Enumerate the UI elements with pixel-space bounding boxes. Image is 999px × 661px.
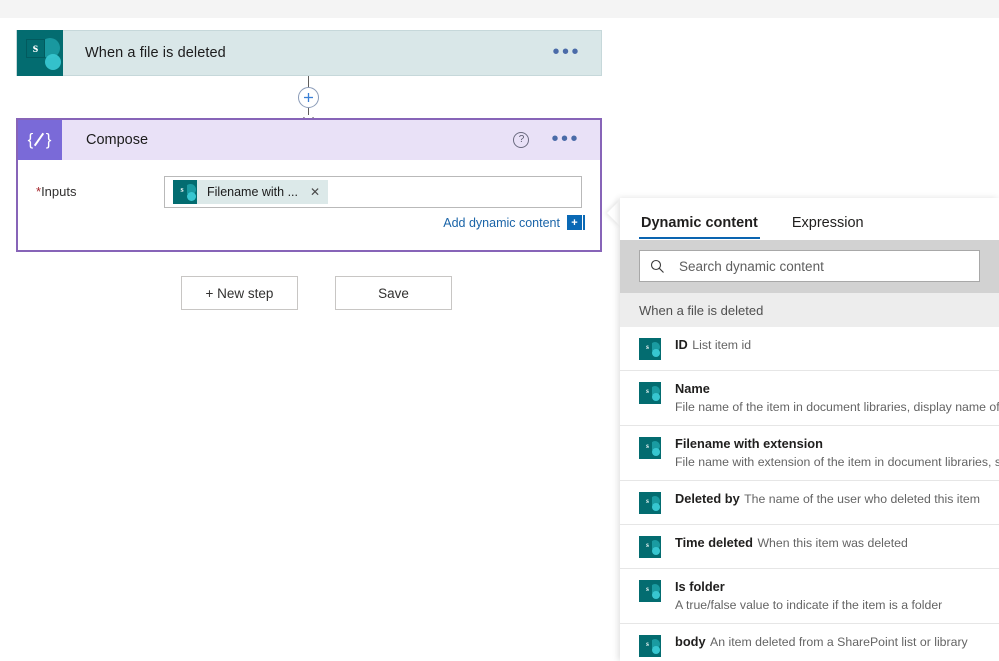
trigger-card-title: When a file is deleted [85,45,226,61]
trigger-card-menu-button[interactable]: ••• [544,41,601,63]
search-box[interactable] [639,250,980,282]
help-icon[interactable]: ? [513,132,530,148]
list-item-name: Name [675,381,710,396]
list-item[interactable]: s body An item deleted from a SharePoint… [620,624,999,661]
compose-card-title: Compose [86,132,149,148]
app-root: s When a file is deleted ••• {} Compose… [0,0,999,661]
list-item-description: When this item was deleted [757,536,908,550]
list-item[interactable]: s Filename with extension File name with… [620,426,999,481]
token-label: Filename with ... [207,185,299,199]
dynamic-content-group-header: When a file is deleted [620,293,999,327]
panel-tabs: Dynamic content Expression [620,198,999,240]
add-dynamic-content-row: Add dynamic content + [164,215,585,230]
sharepoint-icon: s [173,180,197,204]
sharepoint-icon: s [639,635,661,657]
sharepoint-icon: s [639,536,661,558]
tab-dynamic-content[interactable]: Dynamic content [639,215,760,239]
save-button[interactable]: Save [335,276,452,310]
ellipsis-icon: ••• [551,128,580,150]
compose-card-header: { } Compose ? ••• [18,120,600,160]
sharepoint-icon: s [639,437,661,459]
compose-action-card[interactable]: { } Compose ? ••• *Inputs s Filename wit… [16,118,602,252]
search-icon [650,259,665,274]
flow-designer-canvas: s When a file is deleted ••• {} Compose… [0,18,620,661]
search-container [620,240,999,293]
panel-pointer-notch [607,200,620,226]
sharepoint-icon: s [639,580,661,602]
inputs-field[interactable]: s Filename with ... ✕ [164,176,582,208]
list-item-description: File name of the item in document librar… [675,400,999,414]
flow-connector [0,76,620,125]
list-item[interactable]: s Is folder A true/false value to indica… [620,569,999,624]
list-item-description: The name of the user who deleted this it… [744,492,980,506]
list-item-description: An item deleted from a SharePoint list o… [710,635,968,649]
list-item[interactable]: s Time deleted When this item was delete… [620,525,999,569]
list-item-name: Deleted by [675,491,740,506]
close-icon[interactable]: ✕ [306,186,324,198]
add-dynamic-content-icon[interactable]: + [567,215,585,230]
insert-step-button[interactable] [298,87,319,108]
dynamic-content-list: s ID List item id s Name File name of th… [620,327,999,661]
new-step-button[interactable]: + New step [181,276,298,310]
list-item-description: File name with extension of the item in … [675,455,999,469]
plus-icon [304,93,313,102]
list-item[interactable]: s ID List item id [620,327,999,371]
list-item-name: Filename with extension [675,436,823,451]
ellipsis-icon: ••• [552,41,581,63]
dynamic-content-token[interactable]: s Filename with ... ✕ [173,180,329,204]
sharepoint-icon: s [639,492,661,514]
inputs-label-text: Inputs [41,184,77,199]
list-item-name: ID [675,337,688,352]
list-item-name: Time deleted [675,535,753,550]
sharepoint-icon: s [639,382,661,404]
list-item-name: Is folder [675,579,725,594]
tab-expression[interactable]: Expression [790,215,866,239]
list-item-description: A true/false value to indicate if the it… [675,598,943,612]
compose-card-menu-button[interactable]: ••• [543,128,600,150]
list-item[interactable]: s Deleted by The name of the user who de… [620,481,999,525]
top-band [0,0,999,18]
compose-card-body: *Inputs s Filename with ... ✕ Add dynami… [18,160,600,250]
list-item-name: body [675,634,706,649]
trigger-card-when-a-file-is-deleted[interactable]: s When a file is deleted ••• [16,30,602,76]
dynamic-content-panel: Dynamic content Expression When a file i… [620,198,999,661]
flow-action-buttons: + New step Save [181,276,452,310]
add-dynamic-content-link[interactable]: Add dynamic content [443,216,560,230]
compose-braces-icon: { } [18,120,62,160]
list-item[interactable]: s Name File name of the item in document… [620,371,999,426]
sharepoint-icon: s [17,30,63,76]
sharepoint-icon: s [639,338,661,360]
list-item-description: List item id [692,338,752,352]
search-input[interactable] [677,257,969,275]
inputs-field-label: *Inputs [36,176,164,199]
